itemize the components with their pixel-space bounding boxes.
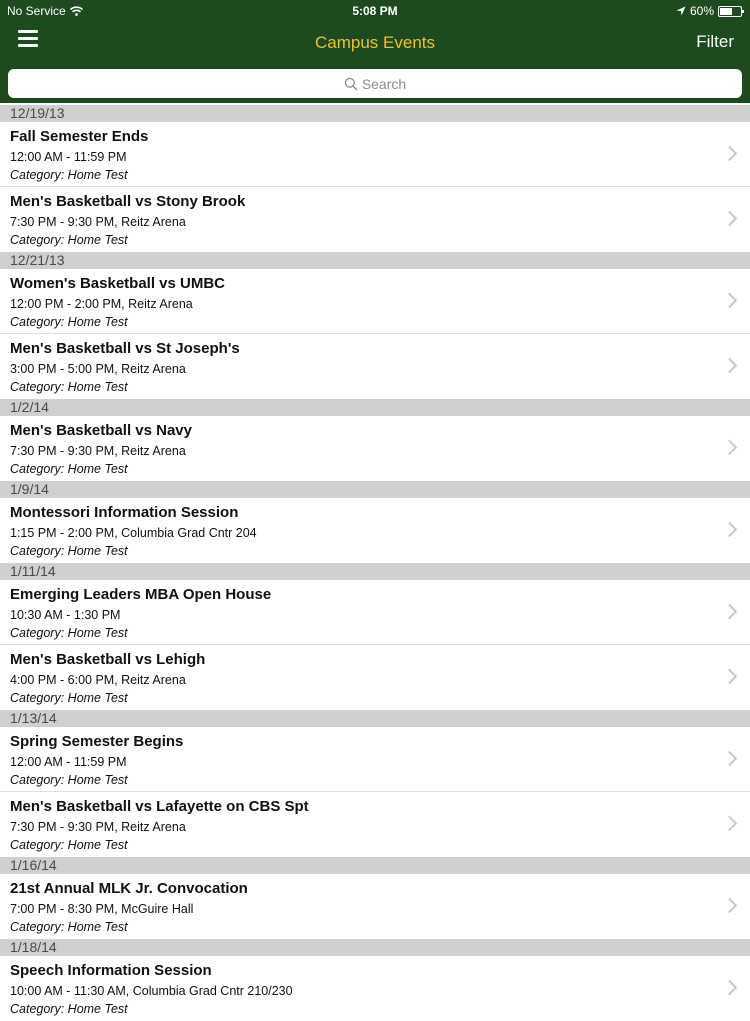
nav-bar: Campus Events Filter: [0, 22, 750, 62]
event-row[interactable]: Spring Semester Begins 12:00 AM - 11:59 P…: [0, 727, 750, 792]
event-category: Category: Home Test: [10, 691, 128, 705]
section-header: 1/13/14: [0, 710, 750, 727]
event-row[interactable]: Men's Basketball vs St Joseph's 3:00 PM -…: [0, 334, 750, 399]
chevron-right-icon: [721, 897, 738, 914]
section-header: 1/2/14: [0, 399, 750, 416]
event-category: Category: Home Test: [10, 626, 128, 640]
event-row[interactable]: Emerging Leaders MBA Open House 10:30 AM …: [0, 580, 750, 645]
battery-percent: 60%: [689, 4, 714, 18]
event-time: 7:30 PM - 9:30 PM, Reitz Arena: [10, 820, 186, 834]
header: No Service 5:08 PM 60% Campus Events Fil…: [0, 0, 750, 103]
event-category: Category: Home Test: [10, 380, 128, 394]
event-time: 3:00 PM - 5:00 PM, Reitz Arena: [10, 362, 186, 376]
search-input[interactable]: [8, 69, 742, 98]
chevron-right-icon: [721, 979, 738, 996]
location-arrow-icon: [676, 6, 686, 16]
chevron-right-icon: [721, 210, 738, 227]
chevron-right-icon: [721, 521, 738, 538]
event-category: Category: Home Test: [10, 838, 128, 852]
event-row[interactable]: 21st Annual MLK Jr. Convocation 7:00 PM -…: [0, 874, 750, 939]
event-title: Men's Basketball vs St Joseph's: [10, 340, 240, 357]
event-time: 7:30 PM - 9:30 PM, Reitz Arena: [10, 444, 186, 458]
event-title: Men's Basketball vs Lafayette on CBS Spt: [10, 798, 309, 815]
event-title: Spring Semester Begins: [10, 733, 184, 750]
chevron-right-icon: [721, 292, 738, 309]
event-row[interactable]: Men's Basketball vs Navy 7:30 PM - 9:30 P…: [0, 416, 750, 481]
event-time: 10:30 AM - 1:30 PM: [10, 608, 121, 622]
event-row[interactable]: Montessori Information Session 1:15 PM - …: [0, 498, 750, 563]
event-category: Category: Home Test: [10, 315, 128, 329]
event-category: Category: Home Test: [10, 920, 128, 934]
event-row[interactable]: Speech Information Session 10:00 AM - 11:…: [0, 956, 750, 1021]
chevron-right-icon: [721, 750, 738, 767]
chevron-right-icon: [721, 145, 738, 162]
battery-fill: [720, 7, 732, 15]
event-row[interactable]: Fall Semester Ends 12:00 AM - 11:59 PM Cat…: [0, 122, 750, 187]
event-time: 7:00 PM - 8:30 PM, McGuire Hall: [10, 902, 194, 916]
event-title: Men's Basketball vs Stony Brook: [10, 193, 246, 210]
event-row[interactable]: Women's Basketball vs UMBC 12:00 PM - 2:0…: [0, 269, 750, 334]
filter-button[interactable]: Filter: [696, 32, 734, 52]
event-category: Category: Home Test: [10, 233, 128, 247]
status-bar: No Service 5:08 PM 60%: [0, 0, 750, 22]
section-header: 12/21/13: [0, 252, 750, 269]
chevron-right-icon: [721, 668, 738, 685]
event-title: Men's Basketball vs Navy: [10, 422, 192, 439]
event-title: Men's Basketball vs Lehigh: [10, 651, 206, 668]
event-list: 12/19/13 Fall Semester Ends 12:00 AM - 11:…: [0, 105, 750, 1021]
event-time: 7:30 PM - 9:30 PM, Reitz Arena: [10, 215, 186, 229]
event-category: Category: Home Test: [10, 544, 128, 558]
event-title: Speech Information Session: [10, 962, 212, 979]
clock: 5:08 PM: [352, 4, 398, 18]
event-category: Category: Home Test: [10, 462, 128, 476]
search-bar: [8, 69, 742, 98]
event-title: Emerging Leaders MBA Open House: [10, 586, 272, 603]
section-header: 1/18/14: [0, 939, 750, 956]
event-title: 21st Annual MLK Jr. Convocation: [10, 880, 248, 897]
event-time: 12:00 PM - 2:00 PM, Reitz Arena: [10, 297, 193, 311]
event-category: Category: Home Test: [10, 168, 128, 182]
event-title: Fall Semester Ends: [10, 128, 149, 145]
event-time: 4:00 PM - 6:00 PM, Reitz Arena: [10, 673, 186, 687]
battery-icon: [718, 5, 744, 17]
event-row[interactable]: Men's Basketball vs Lafayette on CBS Spt…: [0, 792, 750, 857]
section-header: 1/9/14: [0, 481, 750, 498]
event-row[interactable]: Men's Basketball vs Stony Brook 7:30 PM -…: [0, 187, 750, 252]
page-title: Campus Events: [315, 33, 435, 52]
event-time: 12:00 AM - 11:59 PM: [10, 150, 127, 164]
section-header: 12/19/13: [0, 105, 750, 122]
section-header: 1/11/14: [0, 563, 750, 580]
event-title: Montessori Information Session: [10, 504, 239, 521]
event-time: 10:00 AM - 11:30 AM, Columbia Grad Cntr …: [10, 984, 293, 998]
event-time: 1:15 PM - 2:00 PM, Columbia Grad Cntr 20…: [10, 526, 257, 540]
chevron-right-icon: [721, 439, 738, 456]
event-row[interactable]: Men's Basketball vs Lehigh 4:00 PM - 6:00…: [0, 645, 750, 710]
event-category: Category: Home Test: [10, 773, 128, 787]
chevron-right-icon: [721, 815, 738, 832]
event-title: Women's Basketball vs UMBC: [10, 275, 226, 292]
section-header: 1/16/14: [0, 857, 750, 874]
chevron-right-icon: [721, 357, 738, 374]
chevron-right-icon: [721, 603, 738, 620]
event-category: Category: Home Test: [10, 1002, 128, 1016]
event-time: 12:00 AM - 11:59 PM: [10, 755, 127, 769]
